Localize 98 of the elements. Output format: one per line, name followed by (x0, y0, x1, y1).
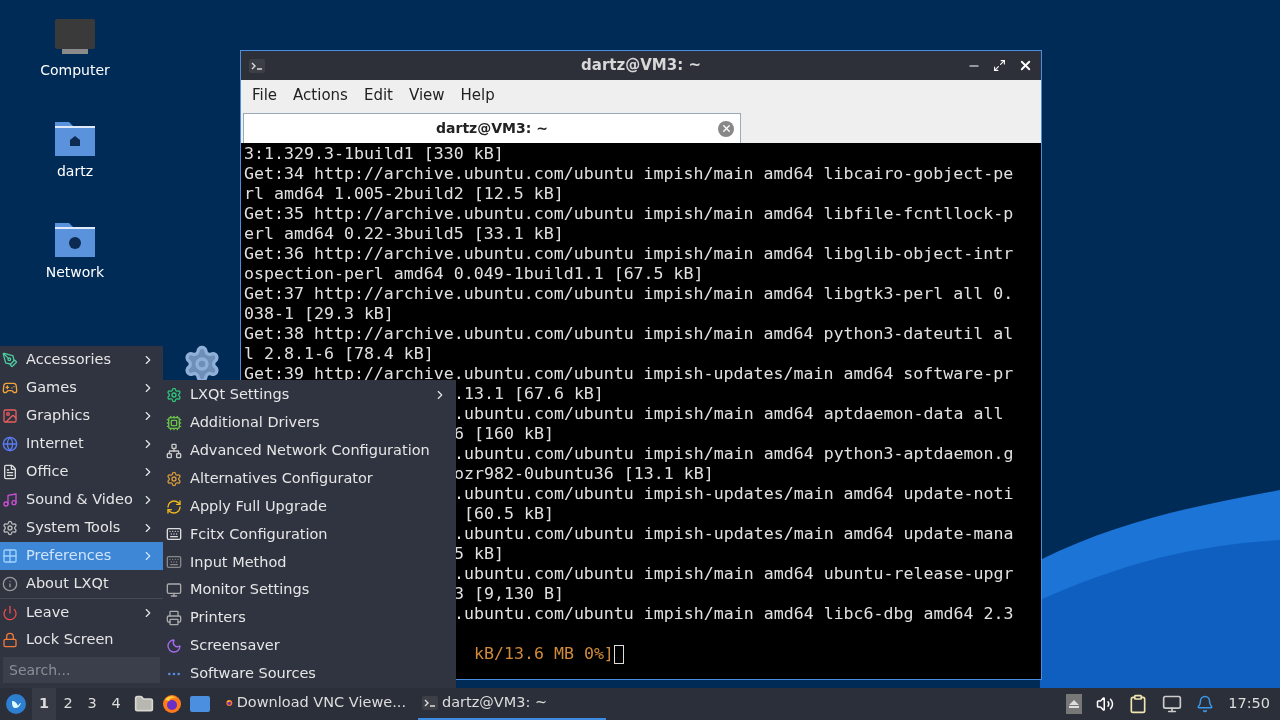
close-tab-icon[interactable] (718, 120, 734, 137)
clipboard-icon[interactable] (1128, 694, 1149, 714)
menu-item[interactable]: File (244, 83, 286, 107)
network-icon[interactable] (1162, 694, 1183, 714)
terminal-line: Get:37 http://archive.ubuntu.com/ubuntu impish/main amd64 libgtk3-perl all 0. (243, 284, 1014, 304)
menu-item[interactable]: Advanced Network Configuration (163, 436, 456, 465)
terminal-line: .ubuntu.com/ubuntu impish-updates/main amd64 update-mana (454, 524, 1014, 543)
menu-item[interactable]: LXQt Settings (163, 381, 456, 409)
menu-item[interactable]: Accessories (0, 346, 163, 374)
progress-line: kB/13.6 MB 0%] (474, 644, 614, 664)
music-icon (2, 492, 18, 508)
terminal-line: l 2.8.1-6 [78.4 kB] (243, 344, 434, 364)
gear-icon (166, 470, 182, 487)
menu-item[interactable]: Graphics (0, 402, 163, 430)
terminal-line: 3:1.329.3-1build1 [330 kB] (243, 144, 504, 164)
menu-item[interactable]: Office (0, 458, 163, 486)
terminal-line: Get:34 http://archive.ubuntu.com/ubuntu impish/main amd64 libcairo-gobject-pe (243, 164, 1014, 184)
image-icon (2, 408, 18, 424)
terminal-icon (249, 58, 265, 73)
task-button[interactable]: Download VNC Viewe... (222, 688, 410, 720)
menu-item[interactable]: Help (452, 83, 503, 107)
keyboard-icon (166, 526, 182, 543)
moon-icon (166, 638, 182, 655)
menu-item[interactable]: Edit (355, 83, 401, 107)
refresh-icon (166, 498, 182, 515)
terminal-line: ozr982-0ubuntu36 [13.1 kB] (454, 464, 714, 483)
menu-item[interactable]: Alternatives Configurator (163, 464, 456, 493)
maximize-icon[interactable] (993, 59, 1006, 72)
info-icon (2, 576, 18, 592)
menu-item[interactable]: Internet (0, 430, 163, 458)
terminal-line: Get:36 http://archive.ubuntu.com/ubuntu impish/main amd64 libglib-object-intr (243, 244, 1014, 264)
monitor-icon (166, 582, 182, 599)
network-icon (166, 442, 182, 459)
lock-icon (2, 632, 18, 648)
gear-icon (2, 520, 18, 536)
menu-item[interactable]: Actions (285, 83, 356, 107)
terminal-line: .ubuntu.com/ubuntu impish/main amd64 ubuntu-release-upgr (454, 564, 1014, 583)
menu-item[interactable]: Additional Drivers (163, 408, 456, 437)
document-icon (2, 464, 18, 480)
text-cursor (613, 644, 624, 664)
home-folder-icon (54, 119, 96, 157)
terminal-line: Get:35 http://archive.ubuntu.com/ubuntu impish/main amd64 libfile-fcntllock-p (243, 204, 1014, 224)
terminal-line: .ubuntu.com/ubuntu impish/main amd64 libc6-dbg amd64 2.3 (454, 604, 1014, 623)
desktop-switch[interactable]: 3 (80, 688, 104, 720)
printer-icon (166, 610, 182, 627)
menu-item[interactable]: Fcitx Configuration (163, 520, 456, 549)
desktop-switch[interactable]: 2 (56, 688, 80, 720)
menu-item[interactable]: Screensaver (163, 632, 456, 661)
terminal-icon (422, 696, 438, 710)
menu-item[interactable]: Software Sources (163, 660, 456, 688)
menu-item[interactable]: View (400, 83, 453, 107)
menu-item[interactable]: Monitor Settings (163, 576, 456, 605)
terminal-line: erl amd64 0.22-3build5 [33.1 kB] (243, 224, 564, 244)
network-folder-icon (54, 220, 96, 258)
search-field[interactable]: Search... (3, 657, 160, 683)
menu-item[interactable]: Games (0, 374, 163, 402)
chip-icon (166, 414, 182, 431)
terminal-line: 038-1 [29.3 kB] (243, 304, 394, 324)
volume-icon[interactable] (1096, 695, 1115, 713)
keyboard-icon (166, 554, 182, 571)
terminal-line: .ubuntu.com/ubuntu impish/main amd64 python3-aptdaemon.g (454, 444, 1014, 463)
file-manager-icon[interactable] (134, 694, 154, 714)
desktop-icon-label[interactable]: dartz (56, 161, 94, 182)
gear-icon (166, 386, 182, 403)
terminal-line: Get:38 http://archive.ubuntu.com/ubuntu impish/main amd64 python3-dateutil al (243, 324, 1014, 344)
power-icon (2, 604, 18, 621)
eject-icon[interactable] (1066, 694, 1083, 714)
desktop-switch[interactable]: 4 (104, 688, 128, 720)
globe-icon (2, 436, 18, 452)
pen-icon (2, 352, 18, 368)
terminal-line: .13.1 [67.6 kB] (454, 384, 604, 403)
bird-icon (10, 698, 22, 710)
terminal-line: ospection-perl amd64 0.049-1build1.1 [67.5 kB] (243, 264, 704, 284)
terminal-line: rl amd64 1.005-2build2 [12.5 kB] (243, 184, 564, 204)
notification-icon[interactable] (1196, 695, 1215, 713)
terminal-line: [60.5 kB] (463, 504, 554, 523)
window-title: dartz@VM3: ~ (581, 55, 701, 77)
menu-item[interactable]: About LXQt (0, 570, 163, 598)
clock[interactable]: 17:50 (1228, 693, 1270, 715)
terminal-line: .ubuntu.com/ubuntu impish-updates/main amd64 update-noti (454, 484, 1014, 503)
menu-item[interactable]: Apply Full Upgrade (163, 492, 456, 521)
gamepad-icon (2, 380, 18, 396)
menu-item[interactable]: Printers (163, 604, 456, 633)
desktop-icon-label[interactable]: Network (45, 262, 105, 283)
close-icon[interactable] (1018, 58, 1033, 73)
start-menu-button[interactable] (6, 694, 26, 714)
menu-item[interactable]: Sound & Video (0, 486, 163, 514)
menu-item[interactable]: System Tools (0, 514, 163, 542)
menu-item[interactable]: Input Method (163, 548, 456, 577)
task-button[interactable]: dartz@VM3: ~ (418, 688, 606, 720)
monitor-icon (54, 18, 96, 56)
firefox-icon (162, 694, 182, 714)
terminal-line: Get:39 http://archive.ubuntu.com/ubuntu impish-updates/main amd64 software-pr (243, 364, 1014, 384)
desktop-switch[interactable]: 1 (32, 688, 56, 720)
desktop-icon-label[interactable]: Computer (40, 60, 110, 81)
terminal-tab[interactable]: dartz@VM3: ~ (243, 113, 741, 143)
menu-item[interactable]: Lock Screen (0, 626, 163, 654)
terminal-line: .ubuntu.com/ubuntu impish/main amd64 aptdaemon-data all (454, 404, 1004, 423)
